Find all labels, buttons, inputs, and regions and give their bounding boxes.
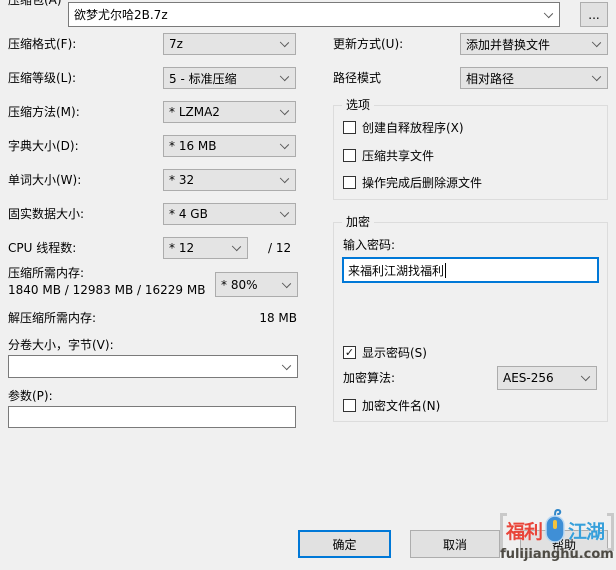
parameters-label: 参数(P): [8,389,53,403]
chevron-down-icon [282,279,291,288]
solid-block-label: 固实数据大小: [8,207,84,221]
cancel-button[interactable]: 取消 [410,530,500,558]
ok-button-label: 确定 [332,536,356,553]
mouse-icon [543,508,567,544]
browse-button[interactable]: ... [580,2,608,27]
cpu-threads-value: * 12 [169,241,194,255]
show-password-checkbox[interactable]: ✓ 显示密码(S) [343,344,427,361]
word-size-label: 单词大小(W): [8,173,81,187]
encryption-method-label: 加密算法: [343,371,395,385]
browse-button-label: ... [588,8,599,22]
text-caret [445,263,446,278]
format-label: 压缩格式(F): [8,37,76,51]
archive-name-combobox[interactable]: 欲梦尤尔哈2B.7z [68,2,560,27]
show-password-label: 显示密码(S) [362,344,427,361]
chevron-down-icon [280,72,289,81]
chevron-down-icon [592,72,601,81]
dictionary-value: * 16 MB [169,139,216,153]
archive-name-value: 欲梦尤尔哈2B.7z [74,6,168,23]
encryption-group: 加密 [333,222,608,422]
word-size-select[interactable]: * 32 [163,169,296,191]
memory-usage-label: 压缩所需内存: [8,266,84,280]
level-select[interactable]: 5 - 标准压缩 [163,67,296,89]
chevron-down-icon [280,38,289,47]
delete-after-label: 操作完成后删除源文件 [362,174,482,191]
chevron-down-icon [581,372,590,381]
path-mode-select[interactable]: 相对路径 [460,67,608,89]
compress-shared-label: 压缩共享文件 [362,147,434,164]
cpu-threads-max: / 12 [268,241,291,255]
update-mode-value: 添加并替换文件 [466,36,550,53]
options-group-title: 选项 [342,98,374,112]
create-sfx-checkbox[interactable]: 创建自释放程序(X) [343,119,464,136]
memory-usage-select[interactable]: * 80% [215,272,298,297]
decompress-memory-label: 解压缩所需内存: [8,311,96,325]
chevron-down-icon [592,38,601,47]
cpu-threads-label: CPU 线程数: [8,241,76,255]
level-value: 5 - 标准压缩 [169,70,237,87]
encryption-method-select[interactable]: AES-256 [497,366,597,390]
format-select[interactable]: 7z [163,33,296,55]
chevron-down-icon [232,242,241,251]
chevron-down-icon [280,174,289,183]
path-mode-label: 路径模式 [333,71,381,85]
cpu-threads-select[interactable]: * 12 [163,237,248,259]
encryption-group-title: 加密 [342,215,374,229]
create-sfx-label: 创建自释放程序(X) [362,119,464,136]
ok-button[interactable]: 确定 [298,530,391,558]
path-mode-value: 相对路径 [466,70,514,87]
compress-shared-checkbox[interactable]: 压缩共享文件 [343,147,434,164]
update-mode-select[interactable]: 添加并替换文件 [460,33,608,55]
method-select[interactable]: * LZMA2 [163,101,296,123]
method-label: 压缩方法(M): [8,105,80,119]
checkbox-box [343,176,356,189]
password-input[interactable]: 来福利江湖找福利 [342,257,599,283]
checkbox-box: ✓ [343,346,356,359]
word-size-value: * 32 [169,173,194,187]
chevron-down-icon [280,140,289,149]
chevron-down-icon [280,106,289,115]
delete-after-checkbox[interactable]: 操作完成后删除源文件 [343,174,482,191]
chevron-down-icon [282,361,291,370]
checkbox-box [343,149,356,162]
parameters-input[interactable] [8,406,296,428]
format-value: 7z [169,37,183,51]
split-volume-label: 分卷大小，字节(V): [8,338,114,352]
dictionary-label: 字典大小(D): [8,139,79,153]
watermark-bracket-right [607,513,614,551]
solid-block-value: * 4 GB [169,207,208,221]
watermark-domain: fulijianghu.com [500,547,614,562]
memory-usage-detail: 1840 MB / 12983 MB / 16229 MB [8,283,205,297]
archive-name-label: 压缩包(A) [8,0,62,7]
split-volume-combobox[interactable] [8,355,298,378]
encryption-method-value: AES-256 [503,371,554,385]
cancel-button-label: 取消 [443,536,467,553]
password-value: 来福利江湖找福利 [348,262,444,279]
decompress-memory-value: 18 MB [240,311,297,325]
watermark-text-red: 福利 [506,517,542,544]
chevron-down-icon [280,208,289,217]
solid-block-select[interactable]: * 4 GB [163,203,296,225]
dictionary-select[interactable]: * 16 MB [163,135,296,157]
checkbox-box [343,121,356,134]
update-mode-label: 更新方式(U): [333,37,403,51]
encrypt-names-label: 加密文件名(N) [362,397,440,414]
method-value: * LZMA2 [169,105,220,119]
watermark: 福利 江湖 fulijianghu.com [500,503,614,569]
checkbox-box [343,399,356,412]
memory-usage-value: * 80% [221,278,258,292]
watermark-text-blue: 江湖 [568,517,604,544]
level-label: 压缩等级(L): [8,71,76,85]
chevron-down-icon [544,9,553,18]
add-to-archive-dialog: 压缩包(A) 欲梦尤尔哈2B.7z ... 压缩格式(F): 7z 压缩等级(L… [0,0,616,570]
password-label: 输入密码: [343,238,395,252]
encrypt-names-checkbox[interactable]: 加密文件名(N) [343,397,440,414]
